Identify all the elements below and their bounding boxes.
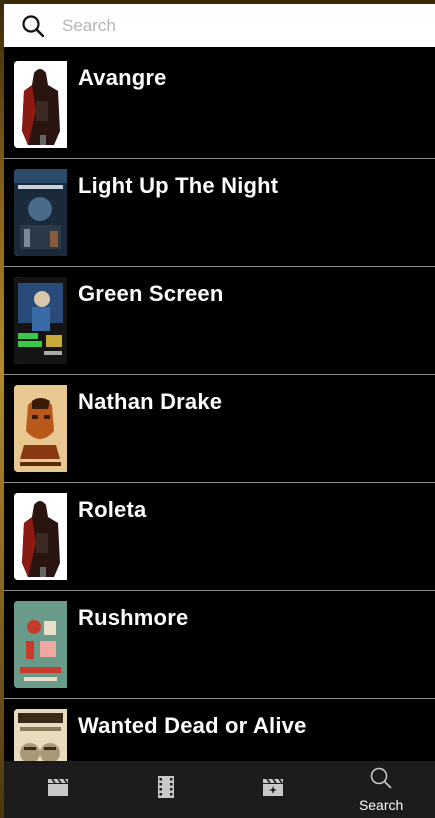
movie-title: Rushmore [78, 605, 189, 630]
tab-movie-sparkle[interactable] [220, 761, 328, 818]
movie-title: Wanted Dead or Alive [78, 713, 307, 738]
poster-thumbnail [14, 61, 67, 148]
movie-sparkle-icon [261, 776, 285, 803]
movie-title: Green Screen [78, 281, 224, 306]
list-item[interactable]: Rushmore [4, 591, 435, 699]
clapperboard-icon [46, 776, 70, 803]
search-bar [4, 4, 435, 47]
poster-thumbnail [14, 169, 67, 256]
list-item[interactable]: Wanted Dead or Alive [4, 699, 435, 761]
movie-title: Roleta [78, 497, 147, 522]
list-item[interactable]: Light Up The Night [4, 159, 435, 267]
list-item[interactable]: Avangre [4, 51, 435, 159]
film-strip-icon [156, 775, 176, 804]
poster-thumbnail [14, 709, 67, 761]
movie-title: Light Up The Night [78, 173, 279, 198]
list-item[interactable]: Nathan Drake [4, 375, 435, 483]
movie-title: Nathan Drake [78, 389, 223, 414]
list-item[interactable]: Roleta [4, 483, 435, 591]
movie-list: Avangre Light Up The Night Green Screen … [4, 51, 435, 761]
tab-search-label: Search [358, 797, 404, 813]
poster-thumbnail [14, 385, 67, 472]
search-icon [369, 766, 393, 795]
tab-clapperboard[interactable] [4, 761, 112, 818]
poster-thumbnail [14, 493, 67, 580]
app-screen: Avangre Light Up The Night [4, 4, 435, 818]
tab-search[interactable]: Search [327, 761, 435, 818]
search-icon[interactable] [18, 11, 48, 41]
bottom-tab-bar: Search [4, 761, 435, 818]
search-input[interactable] [60, 9, 404, 42]
poster-thumbnail [14, 601, 67, 688]
tab-film-strip[interactable] [112, 761, 220, 818]
movie-title: Avangre [78, 65, 167, 90]
list-item[interactable]: Green Screen [4, 267, 435, 375]
poster-thumbnail [14, 277, 67, 364]
